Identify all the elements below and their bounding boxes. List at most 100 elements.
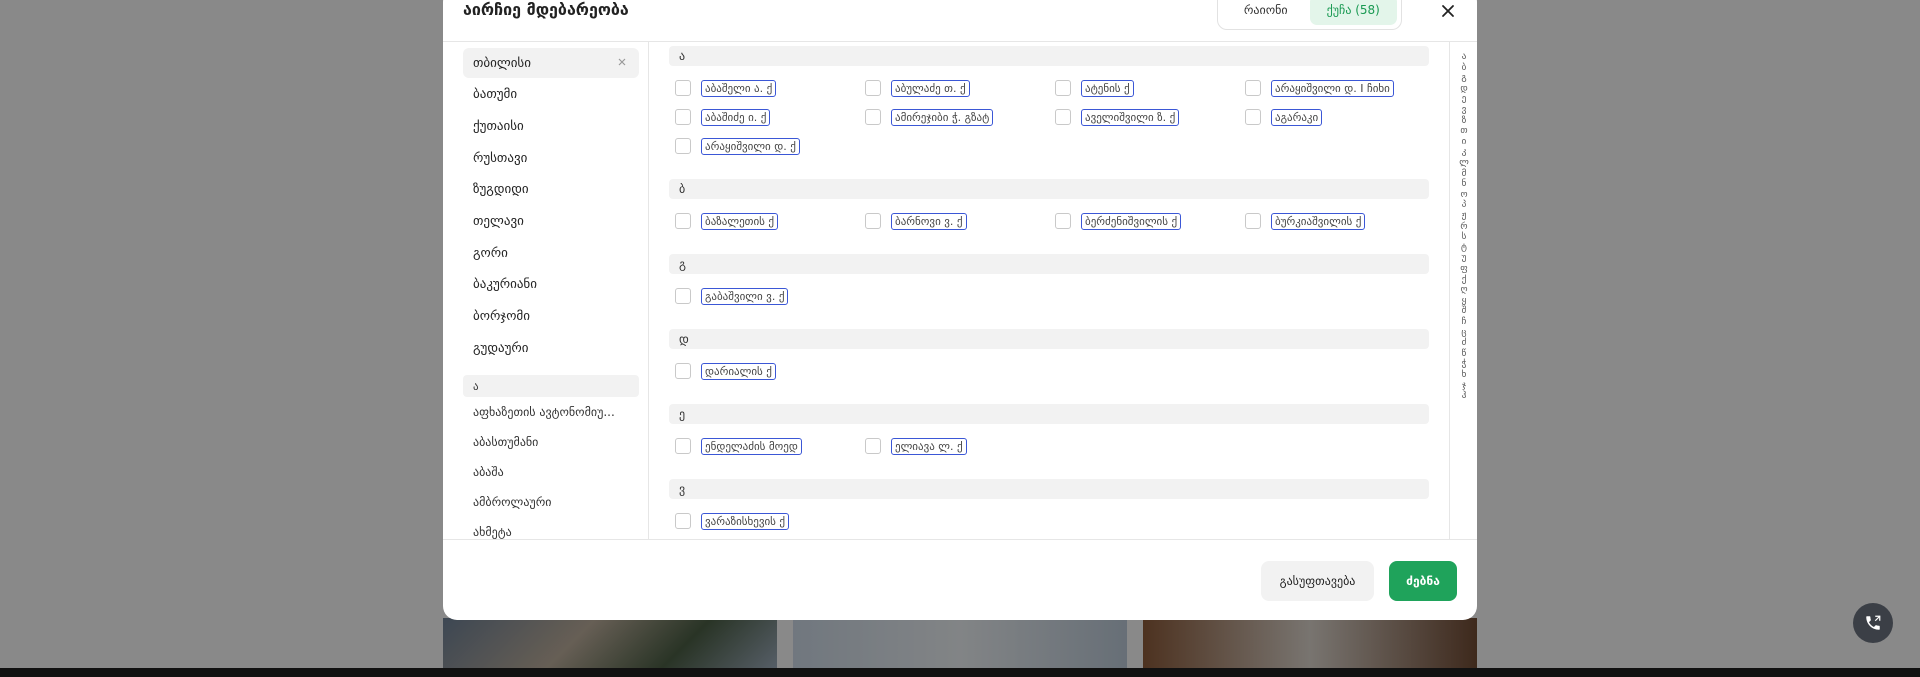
street-option[interactable]: აბულაძე თ. ქ: [865, 78, 970, 98]
street-label: ელიავა ლ. ქ: [891, 437, 967, 455]
street-checkbox[interactable]: [675, 288, 691, 304]
alphabet-letter[interactable]: ე: [1450, 94, 1477, 104]
street-checkbox[interactable]: [675, 363, 691, 379]
street-letter-header: ბ: [669, 179, 1429, 199]
street-option[interactable]: ამირეჯიბი ჭ. გზატ: [865, 107, 994, 127]
street-checkbox[interactable]: [675, 80, 691, 96]
alphabet-letter[interactable]: ჟ: [1450, 211, 1477, 221]
street-list[interactable]: ა აბაშელი ა. ქ აბულაძე თ. ქ ატენის ქ არაყიშვ…: [649, 42, 1449, 539]
alphabet-letter[interactable]: ტ: [1450, 243, 1477, 253]
street-option[interactable]: აბაშიძე ი. ქ: [675, 107, 771, 127]
alphabet-letter[interactable]: ც: [1450, 328, 1477, 338]
street-option[interactable]: ელიავა ლ. ქ: [865, 436, 967, 456]
alphabet-letter[interactable]: ს: [1450, 232, 1477, 242]
modal-header: აირჩიე მდებარეობა რაიონი ქუჩა (58): [443, 0, 1477, 42]
tab-district[interactable]: რაიონი: [1222, 0, 1310, 25]
alphabet-letter[interactable]: წ: [1450, 349, 1477, 359]
alphabet-letter[interactable]: დ: [1450, 84, 1477, 94]
region-item[interactable]: ამბროლაური: [473, 495, 551, 509]
alphabet-letter[interactable]: ჰ: [1450, 391, 1477, 401]
street-option[interactable]: ბაზალეთის ქ: [675, 211, 779, 231]
alphabet-letter[interactable]: ღ: [1450, 285, 1477, 295]
street-option[interactable]: ბურკიაშვილის ქ: [1245, 211, 1366, 231]
region-item[interactable]: აფხაზეთის ავტონომიუ...: [473, 405, 615, 419]
city-item[interactable]: ბათუმი: [463, 80, 639, 110]
street-option[interactable]: ატენის ქ: [1055, 78, 1134, 98]
street-checkbox[interactable]: [675, 138, 691, 154]
city-item[interactable]: გუდაური: [463, 333, 639, 363]
remove-city-icon[interactable]: [615, 55, 629, 69]
alphabet-letter[interactable]: ლ: [1450, 158, 1477, 168]
street-checkbox[interactable]: [675, 438, 691, 454]
street-checkbox[interactable]: [865, 438, 881, 454]
tab-street[interactable]: ქუჩა (58): [1309, 0, 1397, 25]
street-option[interactable]: არაყიშვილი დ. ქ: [675, 136, 800, 156]
street-checkbox[interactable]: [865, 109, 881, 125]
alphabet-letter[interactable]: ნ: [1450, 179, 1477, 189]
alphabet-letter[interactable]: თ: [1450, 126, 1477, 136]
street-label: აბაშიძე ი. ქ: [701, 108, 771, 126]
street-option[interactable]: ბერძენიშვილის ქ: [1055, 211, 1182, 231]
city-item[interactable]: გორი: [463, 238, 639, 268]
city-item-selected[interactable]: თბილისი: [463, 48, 639, 78]
street-option[interactable]: დარიალის ქ: [675, 361, 776, 381]
alphabet-letter[interactable]: კ: [1450, 147, 1477, 157]
street-checkbox[interactable]: [1055, 213, 1071, 229]
region-item[interactable]: ახმეტა: [473, 525, 512, 539]
alphabet-letter[interactable]: ფ: [1450, 264, 1477, 274]
alphabet-letter[interactable]: ჩ: [1450, 317, 1477, 327]
alphabet-letter[interactable]: რ: [1450, 222, 1477, 232]
street-option[interactable]: ბარნოვი ვ. ქ: [865, 211, 967, 231]
street-checkbox[interactable]: [865, 80, 881, 96]
street-option[interactable]: გაბაშვილი ვ. ქ: [675, 286, 789, 306]
alphabet-letter[interactable]: ქ: [1450, 275, 1477, 285]
region-item[interactable]: აბაშა: [473, 465, 504, 479]
alphabet-letter[interactable]: ა: [1450, 52, 1477, 62]
city-item[interactable]: ბაკურიანი: [463, 270, 639, 300]
street-option[interactable]: ენდელაძის მოედ: [675, 436, 802, 456]
street-checkbox[interactable]: [1245, 80, 1261, 96]
alphabet-letter[interactable]: ბ: [1450, 63, 1477, 73]
alphabet-letter[interactable]: გ: [1450, 73, 1477, 83]
street-checkbox[interactable]: [1055, 109, 1071, 125]
alphabet-letter[interactable]: მ: [1450, 169, 1477, 179]
city-item[interactable]: ზუგდიდი: [463, 175, 639, 205]
alphabet-letter[interactable]: შ: [1450, 306, 1477, 316]
alphabet-letter[interactable]: ჯ: [1450, 381, 1477, 391]
street-checkbox[interactable]: [675, 213, 691, 229]
street-option[interactable]: აბაშელი ა. ქ: [675, 78, 777, 98]
alphabet-letter[interactable]: ვ: [1450, 105, 1477, 115]
street-option[interactable]: არაყიშვილი დ. I ჩიხი: [1245, 78, 1394, 98]
alphabet-letter[interactable]: ი: [1450, 137, 1477, 147]
alphabet-letter[interactable]: ო: [1450, 190, 1477, 200]
alphabet-letter[interactable]: ზ: [1450, 116, 1477, 126]
clear-button[interactable]: გასუფთავება: [1261, 561, 1374, 601]
search-button[interactable]: ძებნა: [1389, 561, 1457, 601]
alphabet-letter[interactable]: ძ: [1450, 338, 1477, 348]
street-checkbox[interactable]: [1245, 213, 1261, 229]
alphabet-letter[interactable]: ჭ: [1450, 359, 1477, 369]
street-option[interactable]: აველიშვილი ზ. ქ: [1055, 107, 1180, 127]
street-option[interactable]: აგარაკი: [1245, 107, 1323, 127]
phone-icon: [1866, 615, 1881, 630]
city-item[interactable]: ქუთაისი: [463, 111, 639, 141]
street-letter-header: დ: [669, 329, 1429, 349]
street-checkbox[interactable]: [865, 213, 881, 229]
city-item[interactable]: რუსთავი: [463, 143, 639, 173]
city-list[interactable]: თბილისი ბათუმი ქუთაისი რუსთავი ზუგდიდი თელავი…: [443, 42, 649, 539]
city-item[interactable]: ბორჯომი: [463, 302, 639, 332]
close-button[interactable]: [1433, 0, 1463, 26]
street-checkbox[interactable]: [1245, 109, 1261, 125]
street-checkbox[interactable]: [1055, 80, 1071, 96]
street-checkbox[interactable]: [675, 513, 691, 529]
alphabet-letter[interactable]: ყ: [1450, 296, 1477, 306]
alphabet-letter[interactable]: პ: [1450, 200, 1477, 210]
call-button[interactable]: [1853, 603, 1893, 643]
alphabet-letter[interactable]: ხ: [1450, 370, 1477, 380]
city-item[interactable]: თელავი: [463, 207, 639, 237]
street-option[interactable]: ვარაზისხევის ქ: [675, 511, 790, 531]
street-label: ბერძენიშვილის ქ: [1081, 212, 1182, 230]
alphabet-letter[interactable]: უ: [1450, 253, 1477, 263]
street-checkbox[interactable]: [675, 109, 691, 125]
region-item[interactable]: აბასთუმანი: [473, 435, 538, 449]
